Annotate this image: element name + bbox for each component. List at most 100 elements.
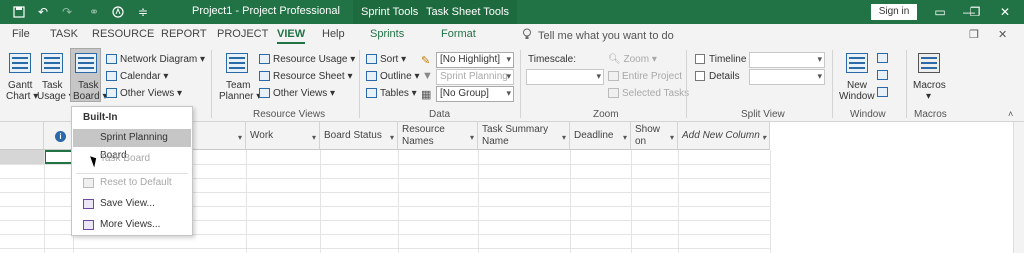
column-header-show-on[interactable]: Show on ▾ xyxy=(631,122,678,150)
sort-button[interactable]: Sort ▾ xyxy=(366,54,406,65)
separator xyxy=(686,50,687,118)
outline-button[interactable]: Outline ▾ xyxy=(366,71,419,82)
chevron-down-icon: ▾ xyxy=(469,133,474,142)
task-board-label-2[interactable]: Board ▾ xyxy=(73,91,107,102)
title-bar: ↶ ↷ ⚭ ≑ Project1 - Project Professional … xyxy=(0,0,1024,24)
details-view-dropdown[interactable]: ▾ xyxy=(749,69,825,85)
timeline-checkbox-box xyxy=(695,54,705,65)
tab-format[interactable]: Format xyxy=(441,28,476,40)
tab-help[interactable]: Help xyxy=(322,28,345,40)
task-board-label-1[interactable]: Task xyxy=(78,80,99,91)
column-header-task-summary-name[interactable]: Task Summary Name ▾ xyxy=(478,122,570,150)
column-header-resource-names[interactable]: Resource Names ▾ xyxy=(398,122,478,150)
timescale-dropdown[interactable]: ▾ xyxy=(526,69,604,85)
task-usage-label-2[interactable]: Usage ▾ xyxy=(37,91,74,102)
selected-tasks-button[interactable]: Selected Tasks xyxy=(608,88,689,99)
column-header-board-status[interactable]: Board Status ▾ xyxy=(320,122,398,150)
menu-item-sprint-planning-board[interactable]: Sprint Planning Board xyxy=(73,129,191,161)
link-icon[interactable]: ⚭ xyxy=(84,0,104,24)
column-header-add-new-column[interactable]: Add New Column ▾ xyxy=(678,122,770,150)
other-views-task-button[interactable]: Other Views ▾ xyxy=(106,88,182,99)
undo-icon[interactable]: ↶ xyxy=(32,0,54,24)
menu-item-more-views[interactable]: More Views... xyxy=(73,216,191,234)
group-dropdown[interactable]: [No Group] ▾ xyxy=(436,86,514,102)
menu-item-reset-to-default[interactable]: Reset to Default xyxy=(73,174,191,192)
tab-report[interactable]: REPORT xyxy=(161,28,207,40)
chevron-down-icon: ▾ xyxy=(561,133,566,142)
gantt-chart-label-2[interactable]: Chart ▾ xyxy=(6,91,38,102)
macros-label-2[interactable]: ▾ xyxy=(926,91,931,102)
row-header-corner xyxy=(0,122,44,150)
vertical-scrollbar[interactable] xyxy=(1013,122,1024,253)
restore-window-icon[interactable]: ❐ xyxy=(969,28,979,41)
selected-row-header[interactable] xyxy=(0,150,44,164)
entire-project-icon xyxy=(608,71,619,82)
column-header-deadline[interactable]: Deadline ▾ xyxy=(570,122,631,150)
timeline-checkbox[interactable]: Timeline xyxy=(695,54,746,65)
resource-usage-icon xyxy=(259,54,270,65)
hide-window-icon[interactable] xyxy=(877,70,888,80)
collapse-ribbon-icon[interactable]: ˄ xyxy=(1008,109,1013,119)
tab-resource[interactable]: RESOURCE xyxy=(92,28,154,40)
new-window-label-1[interactable]: New xyxy=(847,80,867,91)
tab-task[interactable]: TASK xyxy=(50,28,78,40)
ribbon-display-icon[interactable]: ▭ xyxy=(925,0,955,24)
zoom-button[interactable]: 🔍︎ Zoom ▾ xyxy=(608,54,657,65)
restore-icon[interactable]: ❐ xyxy=(960,0,990,24)
gantt-chart-label-1[interactable]: Gantt xyxy=(8,80,32,91)
save-icon[interactable] xyxy=(8,0,30,24)
separator xyxy=(211,50,212,118)
save-view-icon xyxy=(83,199,94,209)
macros-label-1[interactable]: Macros xyxy=(913,80,946,91)
resource-sheet-button[interactable]: Resource Sheet ▾ xyxy=(259,71,353,82)
new-window-label-2[interactable]: Window xyxy=(839,91,875,102)
close-window-icon[interactable]: ✕ xyxy=(998,28,1007,41)
entire-project-button[interactable]: Entire Project xyxy=(608,71,682,82)
chevron-down-icon: ▾ xyxy=(506,88,511,98)
zoom-label: Zoom ▾ xyxy=(623,54,657,65)
group-label-zoom: Zoom xyxy=(593,109,619,120)
team-planner-label-2[interactable]: Planner ▾ xyxy=(219,91,261,102)
tab-project[interactable]: PROJECT xyxy=(217,28,268,40)
column-header-work-label: Work xyxy=(250,130,274,141)
details-checkbox[interactable]: Details xyxy=(695,71,740,82)
team-planner-icon xyxy=(226,53,248,73)
tell-me-box[interactable]: Tell me what you want to do xyxy=(522,28,674,43)
column-divider xyxy=(631,150,632,253)
other-views-label: Other Views ▾ xyxy=(120,88,183,99)
highlight-dropdown[interactable]: [No Highlight] ▾ xyxy=(436,52,514,68)
network-diagram-button[interactable]: Network Diagram ▾ xyxy=(106,54,205,65)
redo-icon[interactable]: ↷ xyxy=(58,0,76,24)
chevron-down-icon: ▾ xyxy=(669,133,674,142)
close-icon[interactable]: ✕ xyxy=(990,0,1020,24)
info-icon: i xyxy=(55,131,66,142)
sign-in-button[interactable]: Sign in xyxy=(871,4,917,20)
other-views-icon xyxy=(106,88,117,99)
chevron-down-icon: ▾ xyxy=(761,133,766,142)
switch-windows-icon[interactable] xyxy=(877,87,888,97)
lightbulb-icon xyxy=(522,28,532,43)
filter-dropdown[interactable]: Sprint Planning ▾ xyxy=(436,69,514,85)
task-usage-label-1[interactable]: Task xyxy=(42,80,63,91)
arrange-all-icon[interactable] xyxy=(877,53,888,63)
column-divider xyxy=(678,150,679,253)
tab-view[interactable]: VIEW xyxy=(277,28,306,44)
tab-sprints[interactable]: Sprints xyxy=(370,28,404,40)
other-views-resource-button[interactable]: Other Views ▾ xyxy=(259,88,335,99)
accessibility-icon[interactable] xyxy=(108,0,128,24)
column-header-task-summary-name-label: Task Summary Name xyxy=(482,124,549,147)
tab-file[interactable]: File xyxy=(12,28,30,40)
column-header-board-status-label: Board Status xyxy=(324,130,382,141)
menu-item-save-view[interactable]: Save View... xyxy=(73,195,191,213)
customize-icon[interactable]: ≑ xyxy=(134,0,152,24)
resource-usage-button[interactable]: Resource Usage ▾ xyxy=(259,54,355,65)
column-header-show-on-label: Show on xyxy=(635,124,661,147)
tables-button[interactable]: Tables ▾ xyxy=(366,88,417,99)
column-header-work[interactable]: Work ▾ xyxy=(246,122,320,150)
timeline-view-dropdown[interactable]: ▾ xyxy=(749,52,825,68)
column-divider xyxy=(770,150,771,253)
calendar-button[interactable]: Calendar ▾ xyxy=(106,71,168,82)
context-tab-sprint-tools: Sprint Tools xyxy=(353,0,427,24)
team-planner-label-1[interactable]: Team xyxy=(226,80,250,91)
selected-cell[interactable] xyxy=(44,150,73,164)
